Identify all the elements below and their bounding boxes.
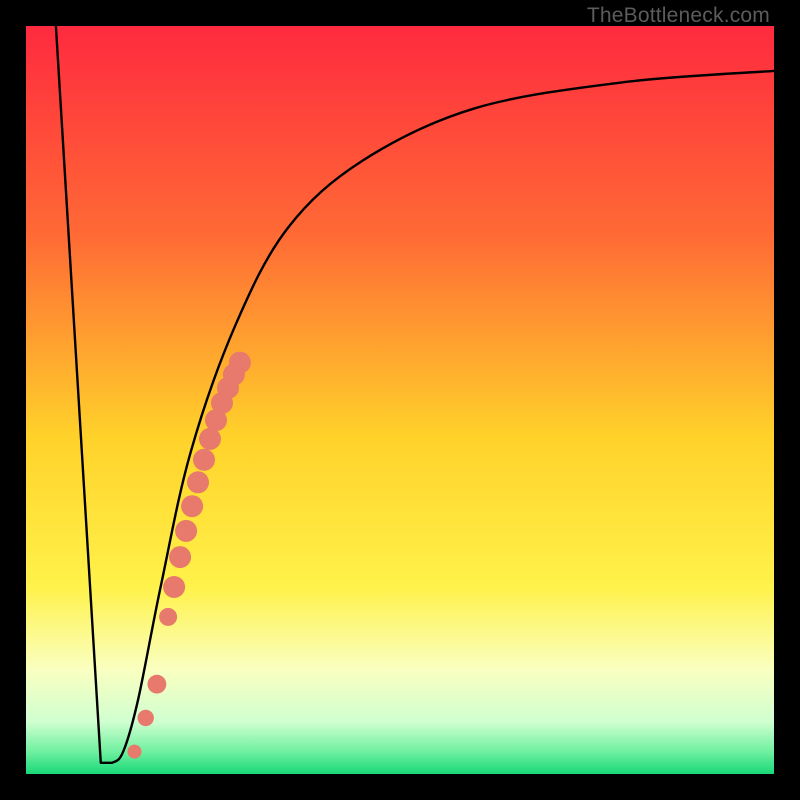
highlight-dot [148,675,167,694]
highlight-dot [181,495,203,517]
chart-plot-area [26,26,774,774]
highlight-dot [175,520,197,542]
attribution-text: TheBottleneck.com [587,4,770,28]
highlight-dot [159,608,177,626]
highlight-dot [199,428,221,450]
highlight-dot [169,546,191,568]
highlight-dot [163,576,185,598]
highlight-dot [128,745,142,759]
highlight-dot [193,449,215,471]
highlight-dot [229,352,251,374]
highlight-dot [138,710,154,726]
highlight-dot [187,471,209,493]
chart-svg [26,26,774,774]
chart-frame: TheBottleneck.com [0,0,800,800]
